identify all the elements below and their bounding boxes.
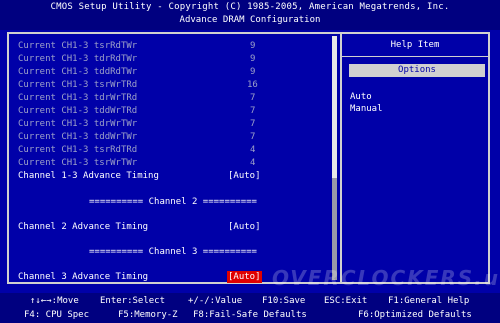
setting-label: Current CH1-3 tdrWrTWr <box>18 119 138 129</box>
setting-value: 9 <box>250 54 256 64</box>
setting-value: 16 <box>247 80 258 90</box>
setting-row: Current CH1-3 tsrWrTWr 4 <box>18 157 328 169</box>
options-header: Options <box>349 64 485 77</box>
panel-divider <box>340 32 342 284</box>
setting-row: Current CH1-3 tdrWrTRd 7 <box>18 92 328 104</box>
help-separator <box>342 56 488 57</box>
setting-value: 7 <box>250 106 256 116</box>
scrollbar-thumb[interactable] <box>332 36 337 178</box>
setting-value: 4 <box>250 145 256 155</box>
key-general-help: F1:General Help <box>388 296 470 306</box>
setting-row: Current CH1-3 tsrWrTRd 16 <box>18 79 328 91</box>
ch2-advance-timing[interactable]: Channel 2 Advance Timing [Auto] <box>18 221 328 233</box>
setting-value: 9 <box>250 67 256 77</box>
setting-value: 7 <box>250 132 256 142</box>
setting-label: Current CH1-3 tddRdTWr <box>18 67 138 77</box>
section-channel-2: ========== Channel 2 ========== <box>89 197 257 207</box>
key-exit: ESC:Exit <box>324 296 368 306</box>
setting-row: Current CH1-3 tddRdTWr 9 <box>18 66 328 78</box>
option-auto[interactable]: Auto <box>350 92 372 102</box>
watermark-logo: OVERCLOCKERS.ua <box>272 266 500 290</box>
key-help-footer: ↑↓←→:Move Enter:Select +/-/:Value F10:Sa… <box>0 293 500 323</box>
section-channel-3: ========== Channel 3 ========== <box>89 247 257 257</box>
setting-label: Current CH1-3 tsrWrTWr <box>18 158 138 168</box>
setting-value: 4 <box>250 158 256 168</box>
setting-row: Current CH1-3 tddWrTRd 7 <box>18 105 328 117</box>
key-move: ↑↓←→:Move <box>30 296 79 306</box>
setting-label: Current CH1-3 tsrRdTRd <box>18 145 138 155</box>
page-title: Advance DRAM Configuration <box>179 15 321 25</box>
setting-row: Current CH1-3 tddWrTWr 7 <box>18 131 328 143</box>
setting-row: Current CH1-3 tsrRdTWr 9 <box>18 40 328 52</box>
bios-header: CMOS Setup Utility - Copyright (C) 1985-… <box>0 0 500 30</box>
setting-label: Current CH1-3 tddWrTRd <box>18 106 138 116</box>
setting-row: Current CH1-3 tsrRdTRd 4 <box>18 144 328 156</box>
setting-label: Current CH1-3 tdrWrTRd <box>18 93 138 103</box>
ch2-timing-label: Channel 2 Advance Timing <box>18 222 149 232</box>
ch13-timing-label: Channel 1-3 Advance Timing <box>18 171 159 181</box>
setting-label: Current CH1-3 tdrRdTWr <box>18 54 138 64</box>
option-manual[interactable]: Manual <box>350 104 383 114</box>
setting-value: 7 <box>250 93 256 103</box>
ch13-advance-timing[interactable]: Channel 1-3 Advance Timing [Auto] <box>18 170 328 182</box>
setting-row: Current CH1-3 tdrWrTWr 7 <box>18 118 328 130</box>
setting-label: Current CH1-3 tddWrTWr <box>18 132 138 142</box>
key-memory-z: F5:Memory-Z <box>118 310 178 320</box>
setting-value: 7 <box>250 119 256 129</box>
ch3-timing-value[interactable]: [Auto] <box>227 271 262 283</box>
ch13-timing-value[interactable]: [Auto] <box>228 170 261 182</box>
ch3-timing-label: Channel 3 Advance Timing <box>18 272 149 282</box>
copyright-title: CMOS Setup Utility - Copyright (C) 1985-… <box>50 2 450 12</box>
key-select: Enter:Select <box>100 296 166 306</box>
setting-label: Current CH1-3 tsrRdTWr <box>18 41 138 51</box>
setting-row: Current CH1-3 tdrRdTWr 9 <box>18 53 328 65</box>
key-cpu-spec: F4: CPU Spec <box>24 310 90 320</box>
help-item-title: Help Item <box>390 40 440 50</box>
key-save: F10:Save <box>262 296 306 306</box>
setting-value: 9 <box>250 41 256 51</box>
key-optimized-defaults: F6:Optimized Defaults <box>358 310 472 320</box>
ch2-timing-value[interactable]: [Auto] <box>228 221 261 233</box>
setting-label: Current CH1-3 tsrWrTRd <box>18 80 138 90</box>
key-value: +/-/:Value <box>188 296 243 306</box>
key-failsafe-defaults: F8:Fail-Safe Defaults <box>193 310 307 320</box>
